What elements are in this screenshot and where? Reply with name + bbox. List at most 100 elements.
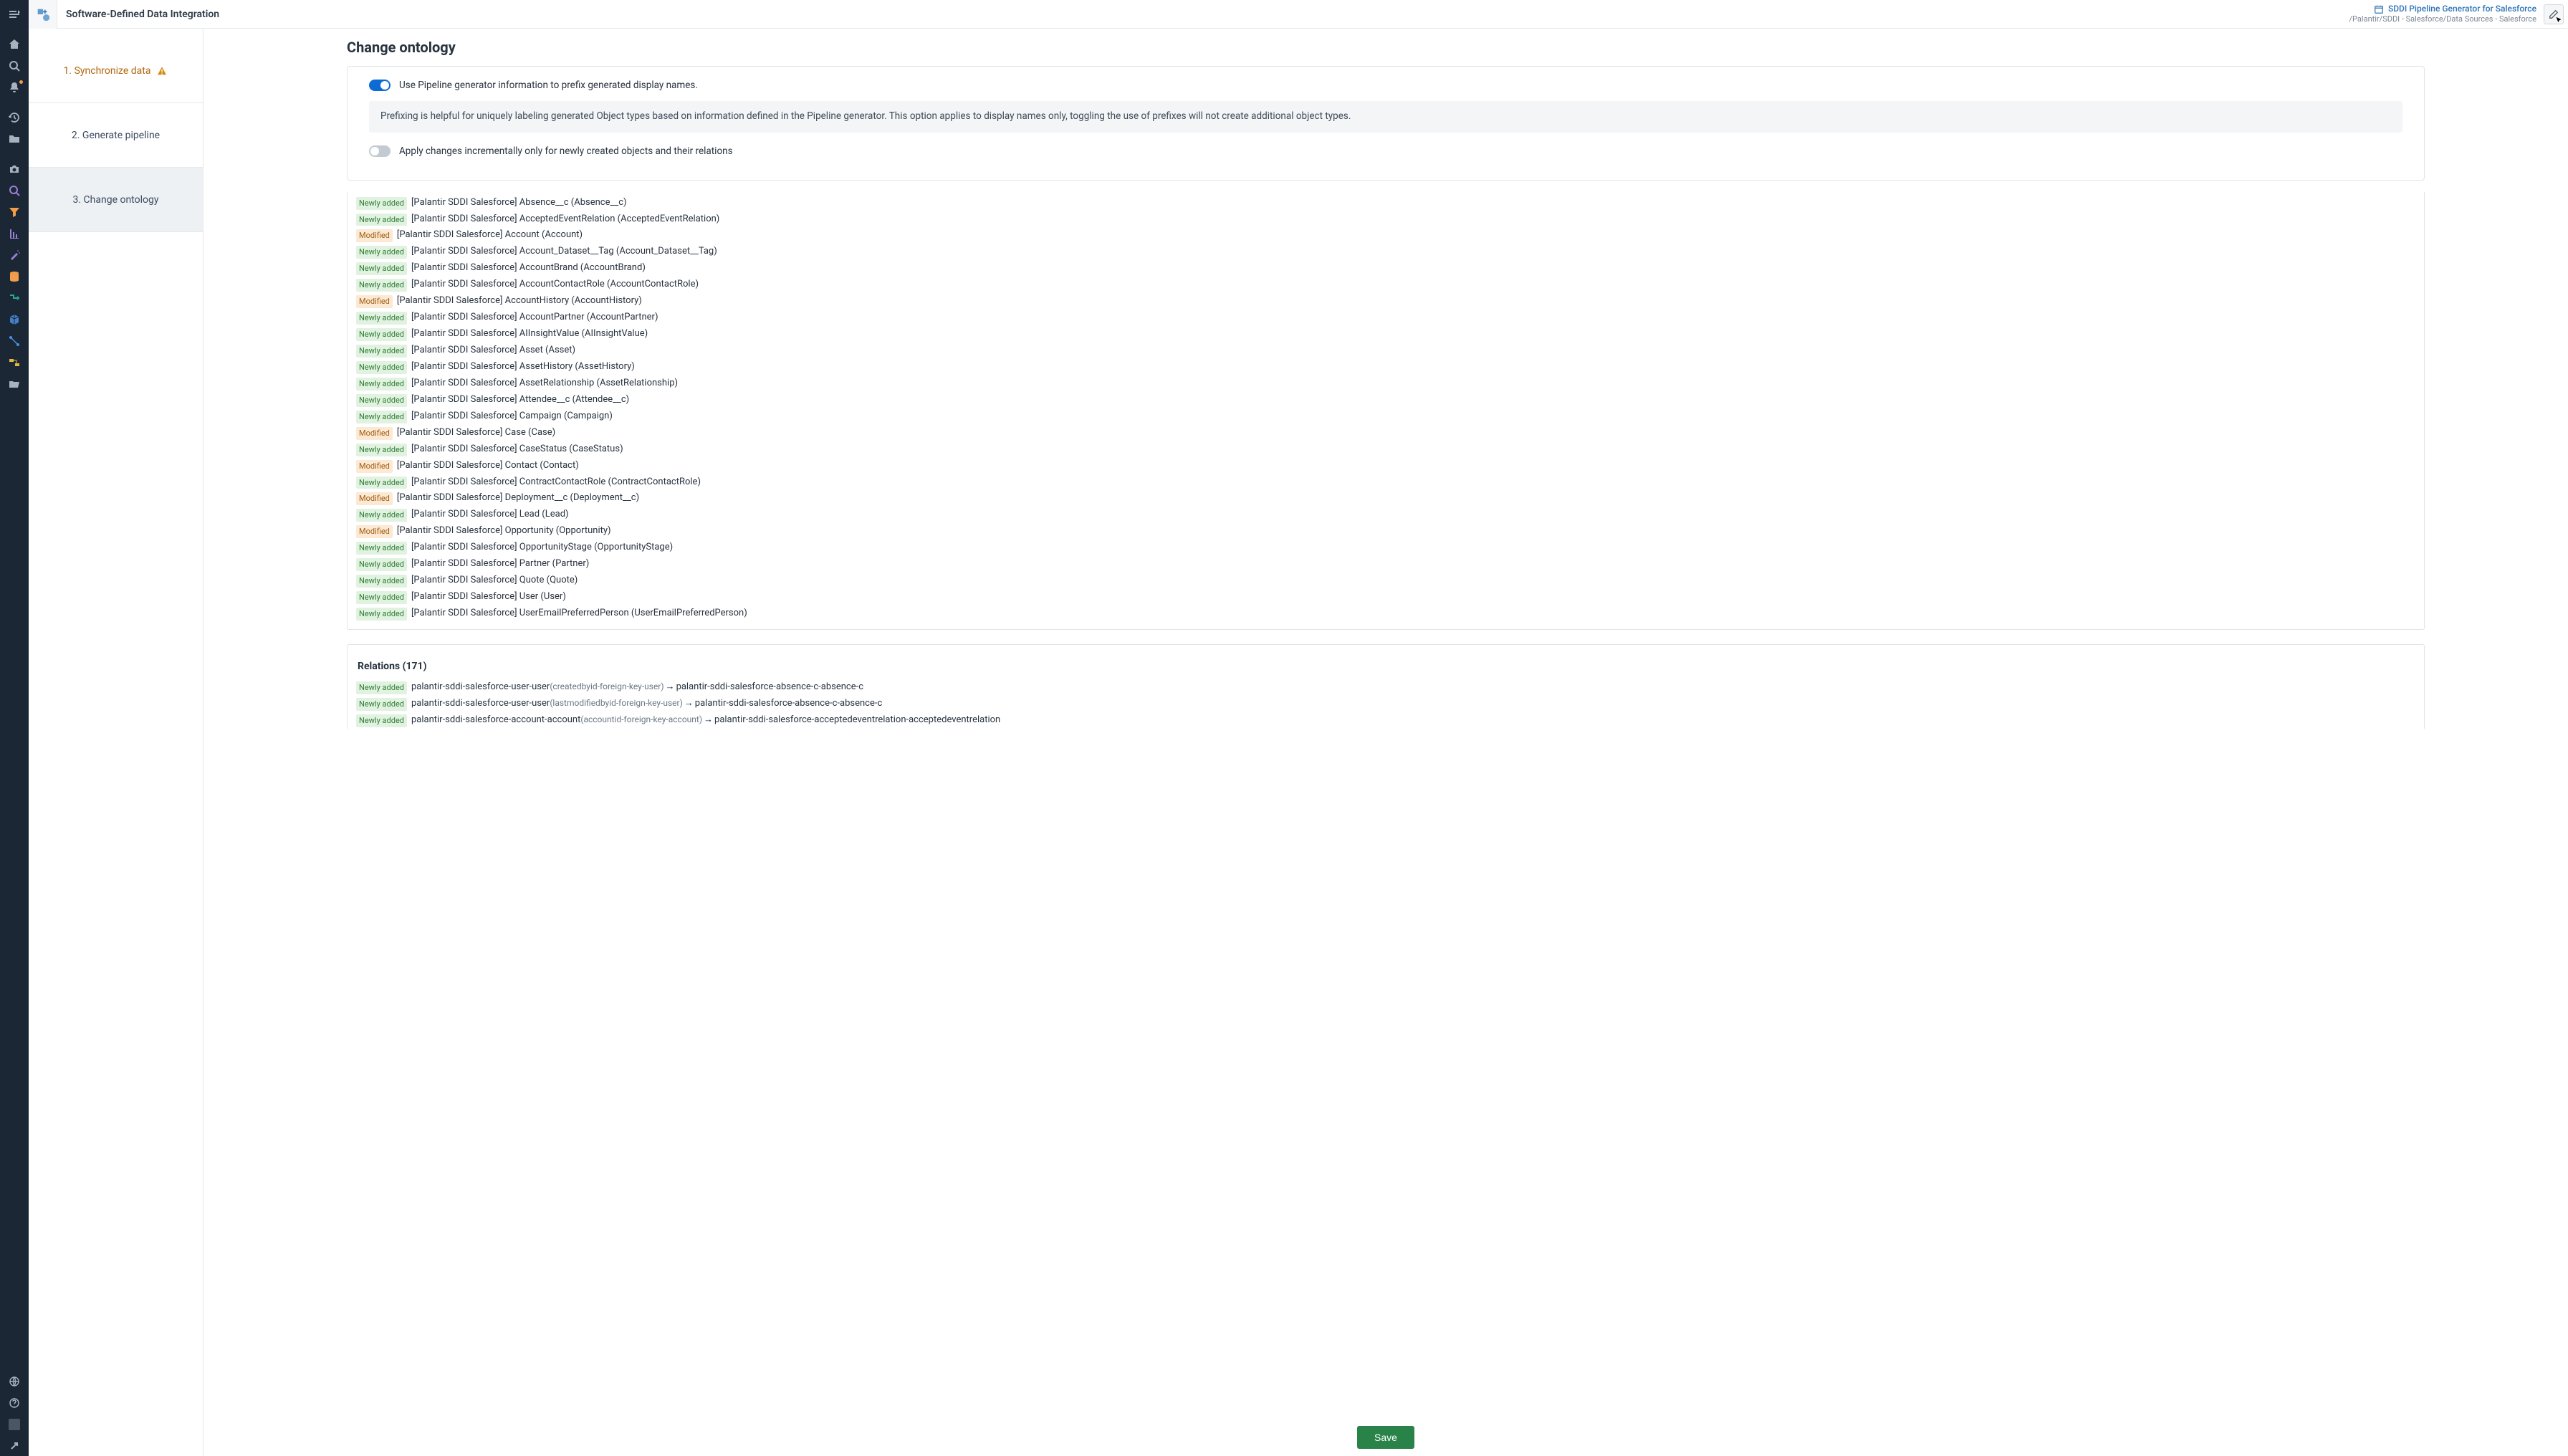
status-badge: Newly added bbox=[356, 328, 407, 341]
object-type-label: [Palantir SDDI Salesforce] Case (Case) bbox=[397, 426, 555, 440]
object-type-label: [Palantir SDDI Salesforce] AssetRelation… bbox=[411, 377, 678, 391]
step-label: 3. Change ontology bbox=[73, 194, 159, 206]
status-badge: Newly added bbox=[356, 608, 407, 621]
chart-icon[interactable] bbox=[3, 224, 26, 244]
cube-icon[interactable] bbox=[3, 310, 26, 330]
toggle-incremental-label: Apply changes incrementally only for new… bbox=[399, 145, 733, 157]
prefix-info-text: Prefixing is helpful for uniquely labeli… bbox=[369, 101, 2402, 133]
object-type-row: Newly added [Palantir SDDI Salesforce] Ac… bbox=[348, 211, 2424, 228]
object-type-label: [Palantir SDDI Salesforce] AcceptedEvent… bbox=[411, 213, 719, 226]
object-type-label: [Palantir SDDI Salesforce] Partner (Part… bbox=[411, 557, 589, 571]
object-type-row: Newly added [Palantir SDDI Salesforce] Us… bbox=[348, 589, 2424, 605]
status-badge: Newly added bbox=[356, 444, 407, 456]
status-badge: Newly added bbox=[356, 591, 407, 604]
compare-icon[interactable] bbox=[3, 353, 26, 373]
cursor-icon bbox=[2554, 15, 2564, 25]
step-synchronize-data[interactable]: 1. Synchronize data bbox=[29, 39, 203, 103]
expand-icon[interactable] bbox=[3, 1436, 26, 1456]
home-icon[interactable] bbox=[3, 34, 26, 54]
edit-button[interactable] bbox=[2544, 4, 2564, 24]
object-type-row: Modified[Palantir SDDI Salesforce] Deplo… bbox=[348, 490, 2424, 507]
status-badge: Newly added bbox=[356, 279, 407, 292]
status-badge: Modified bbox=[356, 460, 393, 473]
status-badge: Newly added bbox=[356, 361, 407, 374]
object-types-list: Newly added[Palantir SDDI Salesforce] Ab… bbox=[347, 192, 2425, 630]
object-type-label: [Palantir SDDI Salesforce] AccountHistor… bbox=[397, 294, 642, 308]
object-type-row: Newly added [Palantir SDDI Salesforce] Ac… bbox=[348, 277, 2424, 293]
object-type-label: [Palantir SDDI Salesforce] Asset (Asset) bbox=[411, 344, 575, 358]
filter-icon[interactable] bbox=[3, 202, 26, 222]
toggle-prefix[interactable] bbox=[369, 80, 391, 91]
status-badge: Newly added bbox=[356, 558, 407, 571]
folder-icon[interactable] bbox=[3, 129, 26, 149]
app-title: Software-Defined Data Integration bbox=[57, 9, 219, 20]
left-rail bbox=[0, 0, 29, 1456]
relation-row: Newly addedpalantir-sddi-salesforce-user… bbox=[348, 679, 2424, 696]
object-type-label: [Palantir SDDI Salesforce] Quote (Quote) bbox=[411, 574, 578, 588]
flow-icon[interactable] bbox=[3, 331, 26, 351]
object-type-label: [Palantir SDDI Salesforce] AIInsightValu… bbox=[411, 327, 648, 341]
object-type-row: Newly added[Palantir SDDI Salesforce] Qu… bbox=[348, 573, 2424, 589]
object-type-label: [Palantir SDDI Salesforce] AccountPartne… bbox=[411, 311, 658, 325]
object-type-row: Modified [Palantir SDDI Salesforce] Case … bbox=[348, 425, 2424, 441]
relation-text: palantir-sddi-salesforce-account-account… bbox=[411, 714, 1000, 727]
status-badge: Newly added bbox=[356, 312, 407, 325]
history-icon[interactable] bbox=[3, 107, 26, 128]
pipeline-icon[interactable] bbox=[3, 288, 26, 308]
avatar-icon[interactable] bbox=[3, 1414, 26, 1435]
object-type-label: [Palantir SDDI Salesforce] OpportunitySt… bbox=[411, 541, 673, 555]
object-type-row: Newly added[Palantir SDDI Salesforce] Ac… bbox=[348, 244, 2424, 260]
object-type-row: Newly added [Palantir SDDI Salesforce] Ca… bbox=[348, 441, 2424, 458]
status-badge: Newly added bbox=[356, 378, 407, 391]
notifications-icon[interactable] bbox=[3, 77, 26, 97]
status-badge: Modified bbox=[356, 427, 393, 440]
content-area: Change ontology Use Pipeline generator i… bbox=[203, 29, 2568, 1456]
object-type-row: Newly added[Palantir SDDI Salesforce] As… bbox=[348, 359, 2424, 375]
status-badge: Newly added bbox=[356, 197, 407, 210]
object-type-row: Newly added[Palantir SDDI Salesforce] Ac… bbox=[348, 260, 2424, 277]
relations-list: Relations (171) Newly addedpalantir-sddi… bbox=[347, 644, 2425, 729]
search-icon[interactable] bbox=[3, 56, 26, 76]
object-type-label: [Palantir SDDI Salesforce] Deployment__c… bbox=[397, 492, 639, 505]
object-type-row: Newly added [Palantir SDDI Salesforce] As… bbox=[348, 343, 2424, 359]
object-type-label: [Palantir SDDI Salesforce] AccountContac… bbox=[411, 278, 699, 292]
step-generate-pipeline[interactable]: 2. Generate pipeline bbox=[29, 103, 203, 168]
menu-icon[interactable] bbox=[3, 4, 26, 24]
object-type-row: Modified[Palantir SDDI Salesforce] Oppor… bbox=[348, 523, 2424, 540]
save-button[interactable]: Save bbox=[1357, 1426, 1414, 1449]
inspect-icon[interactable] bbox=[3, 181, 26, 201]
relation-text: palantir-sddi-salesforce-user-user(creat… bbox=[411, 681, 863, 694]
project-link[interactable]: SDDI Pipeline Generator for Salesforce /… bbox=[2349, 4, 2536, 24]
camera-icon[interactable] bbox=[3, 159, 26, 179]
step-label: 2. Generate pipeline bbox=[72, 130, 160, 141]
object-type-label: [Palantir SDDI Salesforce] User (User) bbox=[411, 590, 566, 604]
object-type-row: Modified[Palantir SDDI Salesforce] Conta… bbox=[348, 458, 2424, 474]
status-badge: Newly added bbox=[356, 509, 407, 522]
object-type-label: [Palantir SDDI Salesforce] Lead (Lead) bbox=[411, 508, 569, 522]
object-type-label: [Palantir SDDI Salesforce] Attendee__c (… bbox=[411, 393, 629, 407]
help-icon[interactable] bbox=[3, 1393, 26, 1413]
object-type-row: Modified[Palantir SDDI Salesforce] Accou… bbox=[348, 227, 2424, 244]
folder-open-icon[interactable] bbox=[3, 374, 26, 394]
object-type-row: Newly added [Palantir SDDI Salesforce] Ac… bbox=[348, 310, 2424, 326]
save-bar: Save bbox=[347, 1419, 2425, 1456]
object-type-label: [Palantir SDDI Salesforce] CaseStatus (C… bbox=[411, 443, 623, 456]
object-type-row: Newly added[Palantir SDDI Salesforce] Op… bbox=[348, 540, 2424, 556]
relation-row: Newly addedpalantir-sddi-salesforce-user… bbox=[348, 696, 2424, 712]
status-badge: Newly added bbox=[356, 345, 407, 358]
project-name: SDDI Pipeline Generator for Salesforce bbox=[2388, 4, 2536, 14]
status-badge: Newly added bbox=[356, 214, 407, 226]
database-icon[interactable] bbox=[3, 267, 26, 287]
object-type-row: Newly added [Palantir SDDI Salesforce] AI… bbox=[348, 326, 2424, 343]
globe-icon[interactable] bbox=[3, 1371, 26, 1392]
app-icon[interactable] bbox=[29, 0, 57, 29]
status-badge: Newly added bbox=[356, 394, 407, 407]
toggle-incremental[interactable] bbox=[369, 145, 391, 157]
object-type-row: Newly added [Palantir SDDI Salesforce] At… bbox=[348, 392, 2424, 408]
step-label: 1. Synchronize data bbox=[64, 65, 151, 77]
object-type-row: Newly added[Palantir SDDI Salesforce] Co… bbox=[348, 474, 2424, 491]
status-badge: Newly added bbox=[356, 698, 407, 711]
step-change-ontology[interactable]: 3. Change ontology bbox=[29, 168, 203, 232]
object-type-row: Newly added[Palantir SDDI Salesforce] Ab… bbox=[348, 195, 2424, 211]
wand-icon[interactable] bbox=[3, 245, 26, 265]
